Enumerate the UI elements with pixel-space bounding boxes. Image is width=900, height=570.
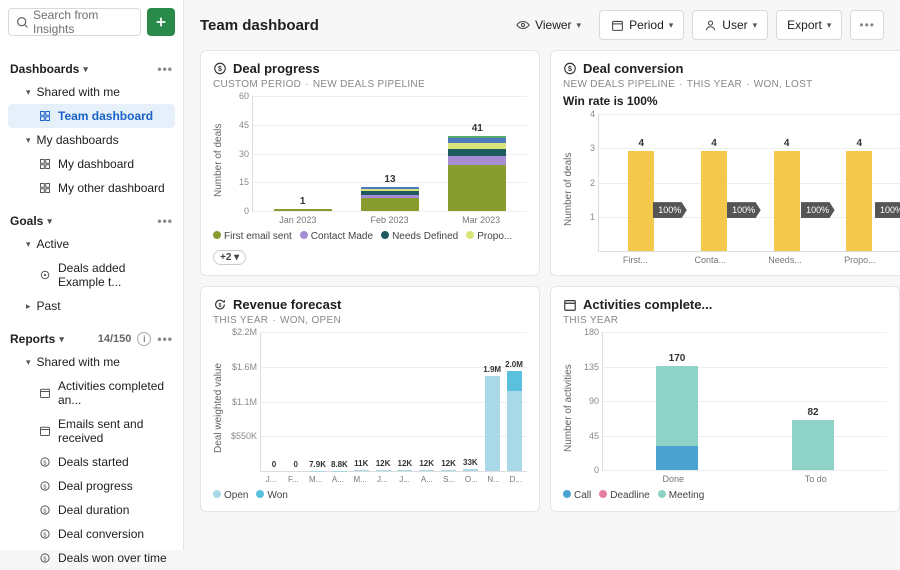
chevron-down-icon: ▾: [669, 20, 674, 31]
sidebar: Search from Insights Dashboards ▾ ••• ▾ …: [0, 0, 184, 550]
reports-count: 14/150: [98, 333, 132, 345]
card-revenue-forecast: $ Revenue forecast THIS YEAR · WON, OPEN…: [200, 286, 540, 512]
coin-icon: $: [213, 62, 227, 76]
calendar-icon: [610, 18, 624, 32]
reports-more[interactable]: •••: [157, 332, 173, 346]
viewer-dropdown[interactable]: Viewer ▾: [506, 10, 591, 40]
calendar-icon: [38, 424, 52, 438]
y-axis-label: Number of deals: [213, 96, 224, 225]
card-deal-conversion: $ Deal conversion NEW DEALS PIPELINE · T…: [550, 50, 900, 276]
svg-text:$: $: [44, 484, 47, 490]
headline: Win rate is 100%: [563, 94, 900, 108]
goals-more[interactable]: •••: [157, 214, 173, 228]
search-placeholder: Search from Insights: [33, 8, 134, 36]
calendar-icon: [563, 298, 577, 312]
dashboard-my-other[interactable]: My other dashboard: [8, 176, 175, 200]
group-reports-shared[interactable]: ▾ Shared with me: [8, 350, 175, 374]
card-subtitle: THIS YEAR: [563, 315, 887, 326]
chevron-down-icon: ▾: [47, 216, 52, 227]
refresh-icon: $: [213, 298, 227, 312]
svg-text:$: $: [568, 66, 572, 73]
chevron-right-icon: ▸: [26, 301, 31, 312]
chevron-down-icon: ▾: [26, 87, 31, 98]
card-activities-completed: Activities complete... THIS YEAR Number …: [550, 286, 900, 512]
plus-icon: [154, 15, 168, 29]
section-goals[interactable]: Goals ▾: [10, 214, 52, 228]
grid-icon: [38, 109, 52, 123]
coin-icon: $: [563, 62, 577, 76]
y-axis-label: Number of deals: [563, 114, 574, 265]
search-input[interactable]: Search from Insights: [8, 8, 141, 36]
group-shared-with-me[interactable]: ▾ Shared with me: [8, 80, 175, 104]
y-axis-label: Number of activities: [563, 332, 574, 484]
report-item[interactable]: $Deals started: [8, 450, 175, 474]
svg-text:$: $: [44, 460, 47, 466]
chevron-down-icon: ▾: [577, 20, 582, 31]
goal-deals-added[interactable]: Deals added Example t...: [8, 256, 175, 294]
more-button[interactable]: •••: [850, 10, 884, 40]
svg-text:$: $: [44, 508, 47, 514]
group-active[interactable]: ▾ Active: [8, 232, 175, 256]
search-icon: [15, 15, 29, 29]
export-dropdown[interactable]: Export ▾: [776, 10, 842, 40]
card-subtitle: CUSTOM PERIOD · NEW DEALS PIPELINE: [213, 79, 527, 90]
card-subtitle: NEW DEALS PIPELINE · THIS YEAR · WON, LO…: [563, 79, 900, 90]
card-title: Deal progress: [233, 61, 320, 76]
svg-text:$: $: [218, 66, 222, 73]
coin-icon: $: [38, 551, 52, 565]
target-icon: [38, 268, 52, 282]
report-item[interactable]: $Deal progress: [8, 474, 175, 498]
page-title: Team dashboard: [200, 17, 498, 34]
svg-text:$: $: [219, 303, 222, 309]
card-title: Deal conversion: [583, 61, 683, 76]
coin-icon: $: [38, 479, 52, 493]
grid-icon: [38, 157, 52, 171]
user-icon: [703, 18, 717, 32]
svg-text:$: $: [44, 556, 47, 562]
grid-icon: [38, 181, 52, 195]
card-title: Activities complete...: [583, 297, 712, 312]
dashboard-my[interactable]: My dashboard: [8, 152, 175, 176]
section-dashboards[interactable]: Dashboards ▾: [10, 62, 88, 76]
main: Team dashboard Viewer ▾ Period ▾ User ▾ …: [184, 0, 900, 550]
chevron-down-icon: ▾: [827, 20, 832, 31]
chevron-down-icon: ▾: [26, 239, 31, 250]
chevron-down-icon: ▾: [26, 357, 31, 368]
legend-more[interactable]: +2 ▾: [213, 250, 246, 265]
report-item[interactable]: $Deal duration: [8, 498, 175, 522]
dashboards-more[interactable]: •••: [157, 62, 173, 76]
eye-icon: [516, 18, 530, 32]
coin-icon: $: [38, 527, 52, 541]
chevron-down-icon: ▾: [83, 64, 88, 75]
chevron-down-icon: ▾: [753, 20, 758, 31]
chevron-down-icon: ▾: [59, 334, 64, 345]
report-item[interactable]: Activities completed an...: [8, 374, 175, 412]
svg-text:$: $: [44, 532, 47, 538]
coin-icon: $: [38, 455, 52, 469]
add-button[interactable]: [147, 8, 175, 36]
report-item[interactable]: $Deal conversion: [8, 522, 175, 546]
y-axis-label: Deal weighted value: [213, 332, 224, 484]
card-deal-progress: $ Deal progress CUSTOM PERIOD · NEW DEAL…: [200, 50, 540, 276]
card-title: Revenue forecast: [233, 297, 341, 312]
group-my-dashboards[interactable]: ▾ My dashboards: [8, 128, 175, 152]
user-dropdown[interactable]: User ▾: [692, 10, 768, 40]
coin-icon: $: [38, 503, 52, 517]
calendar-icon: [38, 386, 52, 400]
dashboard-team[interactable]: Team dashboard: [8, 104, 175, 128]
dots-icon: •••: [859, 18, 875, 32]
info-icon[interactable]: i: [137, 332, 151, 346]
group-past[interactable]: ▸ Past: [8, 294, 175, 318]
period-dropdown[interactable]: Period ▾: [599, 10, 684, 40]
chevron-down-icon: ▾: [26, 135, 31, 146]
report-item[interactable]: Emails sent and received: [8, 412, 175, 450]
card-subtitle: THIS YEAR · WON, OPEN: [213, 315, 527, 326]
topbar: Team dashboard Viewer ▾ Period ▾ User ▾ …: [200, 10, 884, 40]
section-reports[interactable]: Reports ▾: [10, 332, 64, 346]
